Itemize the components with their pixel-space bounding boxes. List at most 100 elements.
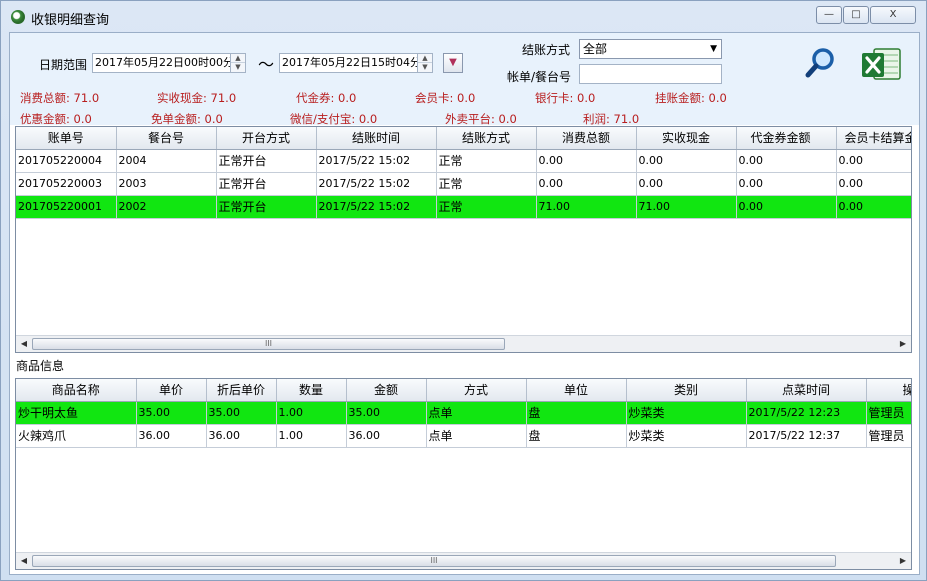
col-order-time[interactable]: 点菜时间 bbox=[746, 379, 867, 402]
col-bill-no[interactable]: 账单号 bbox=[16, 127, 117, 150]
cell-actual-cash: 0.00 bbox=[636, 149, 737, 173]
bills-horizontal-scrollbar[interactable]: ◀ III ▶ bbox=[16, 335, 911, 352]
pay-method-select[interactable]: 全部 ▼ bbox=[579, 39, 722, 59]
col-mode[interactable]: 方式 bbox=[426, 379, 527, 402]
window-title: 收银明细查询 bbox=[31, 13, 110, 28]
cell-amount: 35.00 bbox=[346, 401, 427, 425]
cell-open-mode: 正常开台 bbox=[216, 195, 317, 219]
col-table-no[interactable]: 餐台号 bbox=[116, 127, 217, 150]
pay-method-label: 结账方式 bbox=[522, 43, 571, 57]
scroll-left-icon[interactable]: ◀ bbox=[16, 553, 32, 569]
excel-icon bbox=[862, 48, 901, 80]
cell-category: 炒菜类 bbox=[626, 401, 747, 425]
table-row[interactable]: 201705220003 2003 正常开台 2017/5/22 15:02 正… bbox=[16, 172, 911, 196]
stat-voucher: 代金券: 0.0 bbox=[296, 91, 357, 105]
stat-profit: 利润: 71.0 bbox=[583, 112, 640, 126]
col-pay-method[interactable]: 结账方式 bbox=[436, 127, 537, 150]
table-row[interactable]: 火辣鸡爪 36.00 36.00 1.00 36.00 点单 盘 炒菜类 201… bbox=[16, 424, 911, 448]
cell-goods-name: 炒干明太鱼 bbox=[16, 401, 137, 425]
stat-bank-card: 银行卡: 0.0 bbox=[535, 91, 596, 105]
scroll-thumb[interactable]: III bbox=[32, 555, 836, 567]
cell-mode: 点单 bbox=[426, 401, 527, 425]
search-button[interactable] bbox=[803, 45, 839, 81]
date-range-label: 日期范围 bbox=[39, 58, 88, 72]
scroll-right-icon[interactable]: ▶ bbox=[895, 336, 911, 352]
cell-unit-price: 35.00 bbox=[136, 401, 207, 425]
table-row-selected[interactable]: 炒干明太鱼 35.00 35.00 1.00 35.00 点单 盘 炒菜类 20… bbox=[16, 401, 911, 425]
cell-operator: 管理员 bbox=[866, 401, 911, 425]
cell-goods-name: 火辣鸡爪 bbox=[16, 424, 137, 448]
cell-member-card-amount: 0.00 bbox=[836, 195, 911, 219]
bill-table-input[interactable] bbox=[579, 64, 722, 84]
cell-pay-method: 正常 bbox=[436, 149, 537, 173]
bills-header-row: 账单号 餐台号 开台方式 结账时间 结账方式 消费总额 实收现金 代金券金额 会… bbox=[16, 127, 911, 150]
cell-checkout-time: 2017/5/22 15:02 bbox=[316, 149, 437, 173]
goods-table: 商品名称 单价 折后单价 数量 金额 方式 单位 类别 点菜时间 操作员 炒干明… bbox=[16, 379, 911, 448]
maximize-button[interactable]: □ bbox=[843, 6, 869, 24]
goods-horizontal-scrollbar[interactable]: ◀ III ▶ bbox=[16, 552, 911, 569]
range-separator: ～ bbox=[258, 55, 275, 74]
cell-category: 炒菜类 bbox=[626, 424, 747, 448]
goods-header-row: 商品名称 单价 折后单价 数量 金额 方式 单位 类别 点菜时间 操作员 bbox=[16, 379, 911, 402]
stat-member-card: 会员卡: 0.0 bbox=[415, 91, 476, 105]
spin-up-icon[interactable]: ▲ bbox=[418, 54, 432, 63]
col-quantity[interactable]: 数量 bbox=[276, 379, 347, 402]
date-to-field[interactable]: 2017年05月22日15时04分 bbox=[279, 53, 433, 73]
col-amount[interactable]: 金额 bbox=[346, 379, 427, 402]
col-member-card-amount[interactable]: 会员卡结算金额 bbox=[836, 127, 911, 150]
cell-operator: 管理员 bbox=[866, 424, 911, 448]
col-operator[interactable]: 操作员 bbox=[866, 379, 911, 402]
spin-up-icon[interactable]: ▲ bbox=[231, 54, 245, 63]
stat-wechat-alipay: 微信/支付宝: 0.0 bbox=[290, 112, 378, 126]
cell-consume-total: 0.00 bbox=[536, 149, 637, 173]
table-row-selected[interactable]: 201705220001 2002 正常开台 2017/5/22 15:02 正… bbox=[16, 195, 911, 219]
minimize-button[interactable]: — bbox=[816, 6, 842, 24]
goods-grid: 商品名称 单价 折后单价 数量 金额 方式 单位 类别 点菜时间 操作员 炒干明… bbox=[15, 378, 912, 570]
cell-member-card-amount: 0.00 bbox=[836, 149, 911, 173]
dropdown-arrow-icon: ▼ bbox=[710, 44, 717, 54]
export-excel-button[interactable] bbox=[860, 45, 902, 83]
stat-free-amount: 免单金额: 0.0 bbox=[151, 112, 223, 126]
date-from-spinner[interactable]: ▲ ▼ bbox=[230, 53, 246, 73]
col-actual-cash[interactable]: 实收现金 bbox=[636, 127, 737, 150]
goods-section-label: 商品信息 bbox=[16, 359, 65, 373]
col-consume-total[interactable]: 消费总额 bbox=[536, 127, 637, 150]
col-unit-price[interactable]: 单价 bbox=[136, 379, 207, 402]
cell-open-mode: 正常开台 bbox=[216, 172, 317, 196]
cell-unit-price: 36.00 bbox=[136, 424, 207, 448]
cell-bill-no: 201705220004 bbox=[16, 149, 117, 173]
col-open-mode[interactable]: 开台方式 bbox=[216, 127, 317, 150]
cell-voucher-amount: 0.00 bbox=[736, 172, 837, 196]
col-discount-price[interactable]: 折后单价 bbox=[206, 379, 277, 402]
date-to-spinner[interactable]: ▲ ▼ bbox=[417, 53, 433, 73]
cell-pay-method: 正常 bbox=[436, 195, 537, 219]
cell-bill-no: 201705220001 bbox=[16, 195, 117, 219]
bills-grid: 账单号 餐台号 开台方式 结账时间 结账方式 消费总额 实收现金 代金券金额 会… bbox=[15, 126, 912, 353]
date-from-field[interactable]: 2017年05月22日00时00分 bbox=[92, 53, 246, 73]
col-checkout-time[interactable]: 结账时间 bbox=[316, 127, 437, 150]
cell-checkout-time: 2017/5/22 15:02 bbox=[316, 172, 437, 196]
scroll-left-icon[interactable]: ◀ bbox=[16, 336, 32, 352]
stat-takeout-platform: 外卖平台: 0.0 bbox=[445, 112, 517, 126]
cell-checkout-time: 2017/5/22 15:02 bbox=[316, 195, 437, 219]
close-button[interactable]: X bbox=[870, 6, 916, 24]
spin-down-icon[interactable]: ▼ bbox=[418, 63, 432, 72]
cell-actual-cash: 71.00 bbox=[636, 195, 737, 219]
filter-panel: 日期范围 2017年05月22日00时00分 ▲ ▼ ～ 2017年05月22日… bbox=[10, 33, 919, 126]
col-voucher-amount[interactable]: 代金券金额 bbox=[736, 127, 837, 150]
calendar-dropdown-button[interactable]: ▼ bbox=[443, 53, 463, 73]
cell-bill-no: 201705220003 bbox=[16, 172, 117, 196]
table-row[interactable]: 201705220004 2004 正常开台 2017/5/22 15:02 正… bbox=[16, 149, 911, 173]
cell-member-card-amount: 0.00 bbox=[836, 172, 911, 196]
col-goods-name[interactable]: 商品名称 bbox=[16, 379, 137, 402]
cell-table-no: 2004 bbox=[116, 149, 217, 173]
cell-table-no: 2003 bbox=[116, 172, 217, 196]
spin-down-icon[interactable]: ▼ bbox=[231, 63, 245, 72]
col-category[interactable]: 类别 bbox=[626, 379, 747, 402]
scroll-thumb[interactable]: III bbox=[32, 338, 505, 350]
search-icon bbox=[805, 48, 834, 78]
col-unit[interactable]: 单位 bbox=[526, 379, 627, 402]
scroll-right-icon[interactable]: ▶ bbox=[895, 553, 911, 569]
cell-unit: 盘 bbox=[526, 424, 627, 448]
cell-unit: 盘 bbox=[526, 401, 627, 425]
